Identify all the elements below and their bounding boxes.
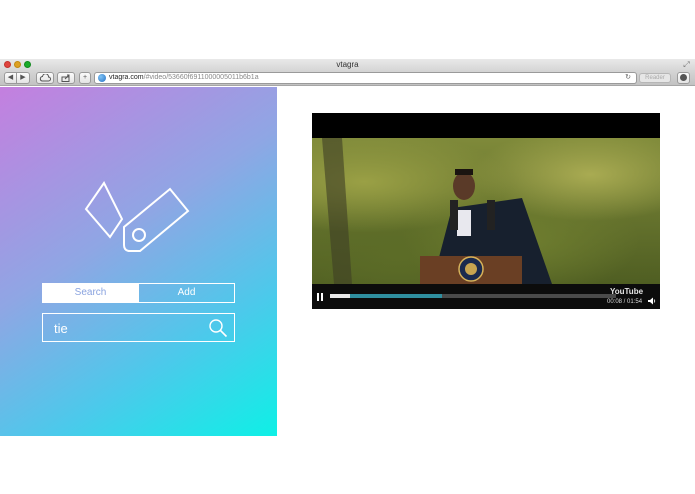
sidebar: Search Add <box>0 87 277 436</box>
browser-toolbar: ◀ ▶ + vtagra.com/#video/53660f6911000005… <box>0 70 695 86</box>
share-icon <box>61 74 70 82</box>
pause-icon[interactable] <box>317 293 324 301</box>
tab-search[interactable]: Search <box>43 284 138 302</box>
tags-logo-icon <box>84 181 190 252</box>
time-label: 00:08 / 01:54 <box>607 299 643 305</box>
downloads-button[interactable] <box>677 72 690 84</box>
globe-icon <box>98 74 106 82</box>
forward-button[interactable]: ▶ <box>17 72 30 84</box>
icloud-tabs-button[interactable] <box>36 72 54 84</box>
plus-icon: + <box>82 74 88 81</box>
reload-icon[interactable]: ↻ <box>625 73 631 83</box>
back-arrow-icon: ◀ <box>7 74 14 81</box>
share-button[interactable] <box>57 72 75 84</box>
window-titlebar: vtagra ⤢ <box>0 59 695 70</box>
main-panel: YouTube 00:08 / 01:54 <box>277 87 695 436</box>
youtube-watermark[interactable]: YouTube <box>610 287 643 296</box>
forward-arrow-icon: ▶ <box>20 74 26 81</box>
search-input[interactable] <box>54 319 204 337</box>
fullscreen-icon[interactable]: ⤢ <box>682 60 691 69</box>
video-player[interactable]: YouTube 00:08 / 01:54 <box>312 113 660 309</box>
progress-bar[interactable] <box>330 294 616 298</box>
window-title: vtagra <box>336 60 359 69</box>
search-box <box>42 313 235 342</box>
video-controls: YouTube 00:08 / 01:54 <box>312 284 660 309</box>
volume-icon[interactable] <box>648 297 656 305</box>
video-frame[interactable] <box>312 138 660 284</box>
reader-button[interactable]: Reader <box>639 73 671 83</box>
add-bookmark-button[interactable]: + <box>79 72 91 84</box>
mode-tabs: Search Add <box>42 283 235 303</box>
url-text: vtagra.com/#video/53660f6911000005011b6b… <box>109 74 259 81</box>
address-bar[interactable]: vtagra.com/#video/53660f6911000005011b6b… <box>94 72 637 84</box>
progress-played <box>330 294 351 298</box>
screen: vtagra ⤢ ◀ ▶ + vtagra.com/#video/53660f6… <box>0 0 695 494</box>
download-icon <box>680 74 687 81</box>
back-button[interactable]: ◀ <box>4 72 17 84</box>
magnifier-icon[interactable] <box>208 318 228 338</box>
cloud-icon <box>39 73 51 82</box>
tab-add[interactable]: Add <box>138 284 234 302</box>
video-scene-image <box>322 138 552 284</box>
vtagra-app: Search Add tie YouTube 00:08 / 01:54 <box>0 87 695 436</box>
